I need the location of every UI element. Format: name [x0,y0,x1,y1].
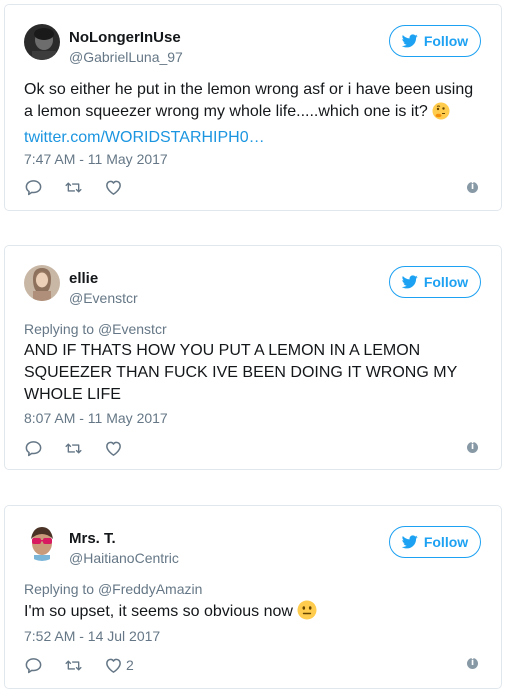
user-name[interactable]: ellie [69,270,98,287]
tweet-timestamp[interactable]: 8:07 AM - 11 May 2017 [24,410,168,426]
tweet-actions [24,177,144,197]
avatar[interactable] [24,24,60,60]
info-icon[interactable]: i [467,442,478,453]
reply-icon[interactable] [24,655,64,675]
reply-mention[interactable]: @Evenstcr [98,321,167,337]
avatar[interactable] [24,265,60,301]
tweet-link[interactable]: twitter.com/WORIDSTARHIPH0… [24,129,265,146]
follow-label: Follow [423,534,469,550]
reply-icon[interactable] [24,438,64,458]
follow-button[interactable]: Follow [389,526,481,558]
tweet-card: ellie @Evenstcr Follow Replying to @Even… [4,245,502,470]
retweet-icon[interactable] [64,655,104,675]
reply-icon[interactable] [24,177,64,197]
info-icon[interactable]: i [467,182,478,193]
reply-context: Replying to @FreddyAmazin [24,581,202,597]
user-name[interactable]: Mrs. T. [69,530,116,547]
info-icon[interactable]: i [467,658,478,669]
tweet-card: NoLongerInUse @GabrielLuna_97 Follow Ok … [4,4,502,211]
tweet-card: Mrs. T. @HaitianoCentric Follow Replying… [4,505,502,689]
tweet-text: Ok so either he put in the lemon wrong a… [24,79,483,149]
neutral-face-icon [297,600,317,627]
user-handle[interactable]: @HaitianoCentric [69,550,179,566]
thinking-face-icon [432,102,450,127]
follow-label: Follow [423,274,469,290]
like-button[interactable]: 2 [104,655,134,675]
tweet-body: Ok so either he put in the lemon wrong a… [24,81,474,120]
like-count: 2 [126,657,134,673]
twitter-bird-icon [401,34,418,48]
avatar[interactable] [24,525,60,561]
reply-prefix: Replying to [24,581,95,597]
tweet-body: I'm so upset, it seems so obvious now [24,603,293,620]
follow-button[interactable]: Follow [389,266,481,298]
reply-mention[interactable]: @FreddyAmazin [98,581,202,597]
reply-context: Replying to @Evenstcr [24,321,167,337]
tweet-actions [24,438,144,458]
tweet-timestamp[interactable]: 7:47 AM - 11 May 2017 [24,151,168,167]
retweet-icon[interactable] [64,177,104,197]
like-icon[interactable] [104,438,144,458]
tweet-text: I'm so upset, it seems so obvious now [24,600,483,627]
user-handle[interactable]: @Evenstcr [69,290,138,306]
twitter-bird-icon [401,275,418,289]
tweet-text: AND IF THATS HOW YOU PUT A LEMON IN A LE… [24,342,457,403]
like-icon[interactable] [104,177,144,197]
twitter-bird-icon [401,535,418,549]
follow-label: Follow [423,33,469,49]
tweet-timestamp[interactable]: 7:52 AM - 14 Jul 2017 [24,628,160,644]
retweet-icon[interactable] [64,438,104,458]
follow-button[interactable]: Follow [389,25,481,57]
user-name[interactable]: NoLongerInUse [69,29,181,46]
reply-prefix: Replying to [24,321,95,337]
like-icon [106,658,121,673]
user-handle[interactable]: @GabrielLuna_97 [69,49,183,65]
tweet-actions: 2 [24,655,134,675]
